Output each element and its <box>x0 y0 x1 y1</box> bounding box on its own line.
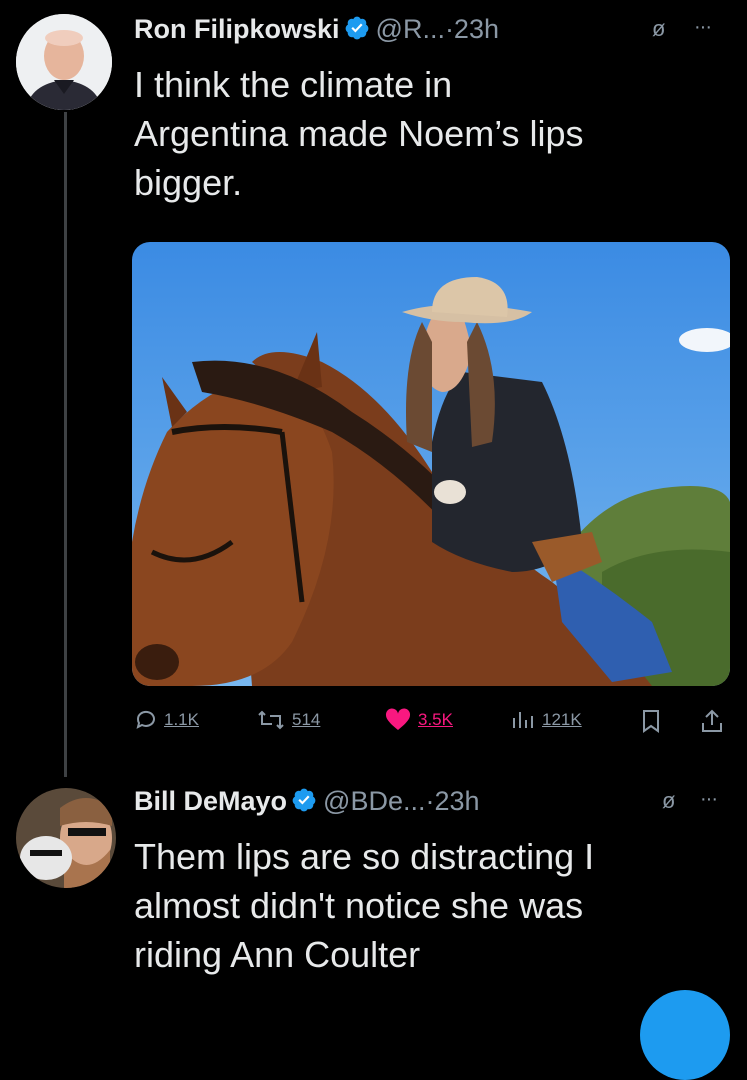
compose-button[interactable] <box>640 990 730 1080</box>
tweet-text-line: bigger. <box>134 162 243 203</box>
bookmark-button[interactable] <box>640 708 662 734</box>
author-name[interactable]: Ron Filipkowski <box>134 14 340 44</box>
tweet-media-photo[interactable] <box>132 242 730 686</box>
more-icon[interactable]: ··· <box>700 788 718 811</box>
tweet-text-line: riding Ann Coulter <box>134 934 421 975</box>
thread-connector-line <box>64 112 67 777</box>
handle-timestamp[interactable]: @BDe...·23h <box>323 786 479 816</box>
handle-timestamp[interactable]: @R...·23h <box>376 14 499 44</box>
retweet-button[interactable]: 514 <box>256 708 320 732</box>
tweet-text-ron: I think the climate in Argentina made No… <box>134 60 734 207</box>
retweet-count: 514 <box>292 710 321 729</box>
share-button[interactable] <box>700 708 724 734</box>
muted-icon[interactable]: ø <box>652 16 665 42</box>
reply-button[interactable]: 1.1K <box>134 708 199 732</box>
tweet-text-line: Them lips are so distracting I <box>134 836 595 877</box>
bookmark-icon <box>643 710 659 733</box>
avatar-bill[interactable] <box>16 788 116 888</box>
views-icon <box>513 712 533 728</box>
tweet-text-line: Argentina made Noem’s lips <box>134 113 584 154</box>
heart-icon <box>385 708 411 730</box>
more-icon[interactable]: ··· <box>694 16 712 39</box>
reply-count: 1.1K <box>164 710 199 729</box>
author-name[interactable]: Bill DeMayo <box>134 786 287 816</box>
like-count: 3.5K <box>418 710 453 729</box>
view-count: 121K <box>542 710 582 729</box>
verified-badge-icon <box>345 16 368 40</box>
reply-icon <box>136 710 155 729</box>
avatar-ron[interactable] <box>16 14 112 110</box>
muted-icon[interactable]: ø <box>662 788 675 814</box>
tweet-text-line: almost didn't notice she was <box>134 885 584 926</box>
verified-badge-icon <box>292 788 316 812</box>
tweet-text-bill: Them lips are so distracting I almost di… <box>134 832 744 979</box>
tweet-text-line: I think the climate in <box>134 64 453 105</box>
tweet-header-ron: Ron Filipkowski @R...·23h <box>134 14 499 45</box>
share-icon <box>702 709 722 732</box>
retweet-icon <box>258 710 284 730</box>
tweet-header-bill: Bill DeMayo @BDe...·23h <box>134 786 480 817</box>
like-button[interactable]: 3.5K <box>384 708 453 732</box>
views-button[interactable]: 121K <box>510 708 582 732</box>
